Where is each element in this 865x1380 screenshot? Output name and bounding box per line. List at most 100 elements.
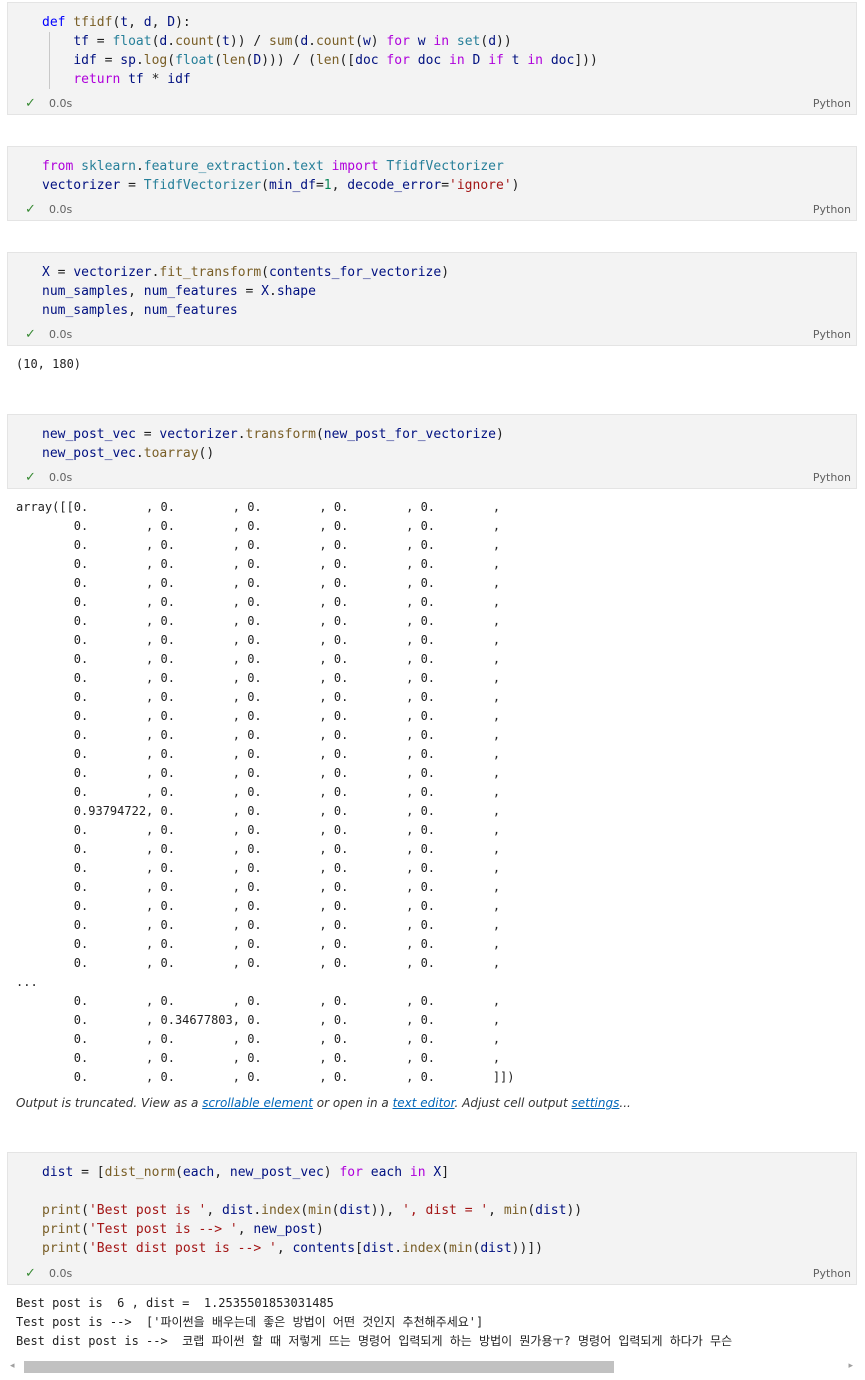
code-token: from — [42, 159, 74, 174]
code-token: vectorizer — [159, 427, 238, 442]
code-token: new_post_for_vectorize — [323, 427, 496, 442]
output-line: 0. , 0. , 0. , 0. , 0. , — [16, 557, 501, 571]
horizontal-scrollbar[interactable]: ◂ ▸ — [0, 1359, 865, 1377]
code-token: . — [394, 1241, 403, 1256]
success-check-icon: ✓ — [25, 202, 36, 217]
text-editor-link[interactable]: text editor — [393, 1096, 455, 1110]
scroll-right-icon[interactable]: ▸ — [848, 1361, 853, 1371]
code-token: = — [441, 178, 450, 193]
code-token: for — [331, 1165, 363, 1180]
code-line[interactable]: num_samples, num_features — [42, 301, 449, 320]
code-token: / — [245, 34, 270, 49]
code-token: dist — [535, 1203, 567, 1218]
code-line[interactable]: num_samples, num_features = X.shape — [42, 282, 449, 301]
scrollbar-thumb[interactable] — [24, 1361, 614, 1373]
code-cell-3[interactable]: X = vectorizer. fit_transform(contents_fo… — [7, 252, 857, 346]
code-token: [ — [96, 1165, 105, 1180]
code-line[interactable] — [42, 1182, 582, 1201]
code-token: tf — [120, 72, 144, 87]
success-check-icon: ✓ — [25, 470, 36, 485]
code-cell-4[interactable]: new_post_vec = vectorizer.transform(new_… — [7, 414, 857, 489]
code-editor[interactable]: X = vectorizer. fit_transform(contents_fo… — [42, 263, 449, 320]
code-line[interactable]: idf = sp.log(float(len(D))) / (len([doc … — [42, 51, 597, 70]
output-line: 0. , 0. , 0. , 0. , 0. , — [16, 994, 501, 1008]
code-token: X — [261, 284, 269, 299]
code-token: )) — [229, 34, 246, 49]
code-token: , — [386, 1203, 403, 1218]
code-token: vectorizer — [42, 178, 121, 193]
code-token: w — [362, 34, 371, 49]
code-editor[interactable]: dist = [dist_norm(each, new_post_vec) fo… — [42, 1163, 582, 1258]
output-line: 0. , 0. , 0. , 0. , 0. , — [16, 1051, 501, 1065]
code-line[interactable]: new_post_vec = vectorizer.transform(new_… — [42, 425, 504, 444]
code-token: X — [425, 1165, 442, 1180]
output-line: 0. , 0. , 0. , 0. , 0. , — [16, 899, 501, 913]
scroll-left-icon[interactable]: ◂ — [10, 1361, 15, 1371]
code-line[interactable]: print('Best dist post is --> ', contents… — [42, 1239, 582, 1258]
code-token: for — [378, 53, 410, 68]
code-token: if — [480, 53, 504, 68]
code-cell-1[interactable]: def tfidf(t, d, D): tf = float(d.count(t… — [7, 2, 857, 115]
code-line[interactable]: print('Best post is ', dist.index(min(di… — [42, 1201, 582, 1220]
code-token: in — [402, 1165, 426, 1180]
code-token: vectorizer — [73, 265, 152, 280]
code-token: in — [441, 53, 465, 68]
code-token: TfidfVectorizer — [143, 178, 262, 193]
language-picker[interactable]: Python — [813, 471, 851, 484]
code-token: = — [237, 284, 262, 299]
code-token: ( — [175, 1165, 183, 1180]
code-token: dist — [42, 1165, 74, 1180]
code-line[interactable]: return tf * idf — [42, 70, 598, 89]
code-token: , — [128, 15, 144, 30]
code-line[interactable]: new_post_vec.toarray() — [42, 444, 504, 463]
code-token: )) — [496, 34, 512, 49]
code-line[interactable]: from sklearn.feature_extraction.text imp… — [42, 157, 519, 176]
output-line: 0. , 0. , 0. , 0. , 0. , — [16, 823, 501, 837]
output-line: 0. , 0. , 0. , 0. , 0. , — [16, 861, 501, 875]
output-line: ... — [16, 975, 38, 989]
code-token: . — [135, 53, 144, 68]
code-token: = — [315, 178, 324, 193]
code-token: = — [120, 178, 144, 193]
code-token: . — [308, 34, 316, 49]
code-token: D — [464, 53, 481, 68]
code-token: ) — [323, 1165, 332, 1180]
code-token: )) — [370, 1203, 387, 1218]
output-line: 0. , 0. , 0. , 0. , 0. , — [16, 519, 501, 533]
code-editor[interactable]: def tfidf(t, d, D): tf = float(d.count(t… — [42, 13, 598, 89]
code-token: () — [198, 446, 215, 461]
code-editor[interactable]: from sklearn.feature_extraction.text imp… — [42, 157, 519, 195]
scrollable-element-link[interactable]: scrollable element — [202, 1096, 313, 1110]
code-token: / — [284, 53, 309, 68]
code-token: . — [268, 284, 277, 299]
cell-output-shape: (10, 180) — [16, 357, 82, 371]
code-token: return — [73, 72, 121, 87]
code-token: ] — [441, 1165, 450, 1180]
cell-status-bar: ✓ 0.0s Python — [8, 94, 856, 114]
language-picker[interactable]: Python — [813, 203, 851, 216]
code-line[interactable]: print('Test post is --> ', new_post) — [42, 1220, 582, 1239]
code-token: ) — [370, 34, 379, 49]
code-line[interactable]: X = vectorizer.fit_transform(contents_fo… — [42, 263, 449, 282]
code-editor[interactable]: new_post_vec = vectorizer.transform(new_… — [42, 425, 504, 463]
code-token: print — [42, 1241, 82, 1256]
code-token: dist — [362, 1241, 395, 1256]
code-line[interactable]: def tfidf(t, d, D): — [42, 13, 598, 32]
output-line: 0. , 0.34677803, 0. , 0. , 0. , — [16, 1013, 501, 1027]
code-token: ([ — [339, 53, 356, 68]
output-line: 0. , 0. , 0. , 0. , 0. , — [16, 1032, 501, 1046]
language-picker[interactable]: Python — [813, 1267, 851, 1280]
cell-status-bar: ✓ 0.0s Python — [8, 325, 856, 345]
language-picker[interactable]: Python — [813, 97, 851, 110]
language-picker[interactable]: Python — [813, 328, 851, 341]
code-token: ( — [441, 1241, 450, 1256]
code-token: d — [143, 15, 152, 30]
output-line: Best post is 6 , dist = 1.25355018530314… — [16, 1296, 334, 1310]
code-token: doc — [355, 53, 379, 68]
settings-link[interactable]: settings — [572, 1096, 620, 1110]
code-line[interactable]: tf = float(d.count(t)) / sum(d.count(w) … — [42, 32, 598, 51]
code-cell-5[interactable]: dist = [dist_norm(each, new_post_vec) fo… — [7, 1152, 857, 1285]
code-line[interactable]: vectorizer = TfidfVectorizer(min_df=1, d… — [42, 176, 519, 195]
code-cell-2[interactable]: from sklearn.feature_extraction.text imp… — [7, 146, 857, 221]
code-line[interactable]: dist = [dist_norm(each, new_post_vec) fo… — [42, 1163, 582, 1182]
